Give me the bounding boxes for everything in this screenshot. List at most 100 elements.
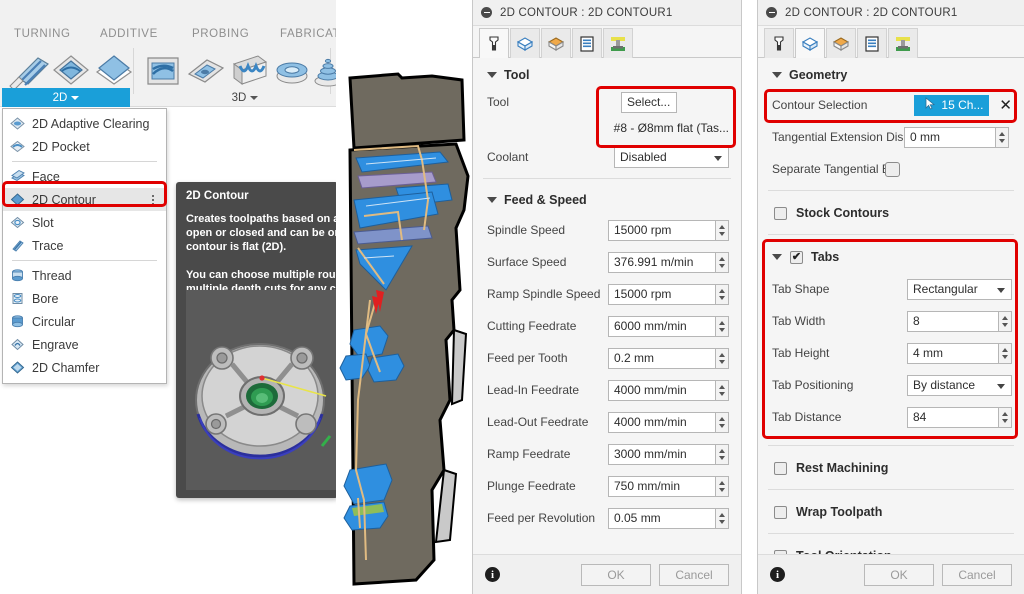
- menu-item-bore[interactable]: Bore: [3, 287, 166, 310]
- dialog-tab-strip[interactable]: [473, 26, 741, 58]
- field-combo[interactable]: By distance: [907, 374, 1012, 396]
- ok-button-2[interactable]: OK: [864, 563, 934, 586]
- toolpath-dropdown-menu[interactable]: 2D Adaptive Clearing 2D Pocket Face 2D C…: [2, 108, 167, 384]
- cad-viewport[interactable]: [336, 0, 472, 594]
- section-header-geometry[interactable]: Geometry: [758, 59, 1024, 89]
- field-stepper[interactable]: [716, 219, 729, 241]
- tooltip-line-3: contour is flat (2D).: [186, 241, 287, 253]
- field-input[interactable]: 376.991 m/min: [608, 251, 716, 273]
- contour-selection-field[interactable]: 15 Ch...: [914, 94, 990, 116]
- collapse-icon[interactable]: [766, 7, 777, 18]
- menu-item-engrave[interactable]: Engrave: [3, 333, 166, 356]
- cancel-button-2[interactable]: Cancel: [942, 563, 1012, 586]
- menu-item-2d-chamfer[interactable]: 2D Chamfer: [3, 356, 166, 379]
- field-stepper[interactable]: [716, 507, 729, 529]
- section-title: Feed & Speed: [504, 193, 587, 207]
- field-input[interactable]: 4000 mm/min: [608, 411, 716, 433]
- field-input[interactable]: 0.2 mm: [608, 347, 716, 369]
- menu-item-2d-contour[interactable]: 2D Contour: [3, 188, 166, 211]
- additive-icon[interactable]: [140, 50, 186, 92]
- tool-select-button[interactable]: Select...: [621, 91, 677, 113]
- stock-contours-checkbox[interactable]: [774, 206, 787, 220]
- tab-geometry-2[interactable]: [795, 28, 825, 58]
- field-input[interactable]: 750 mm/min: [608, 475, 716, 497]
- tangential-extension-field[interactable]: 0 mm: [904, 126, 996, 148]
- field-stepper[interactable]: [999, 406, 1012, 428]
- turning-groove-icon[interactable]: [48, 50, 94, 92]
- dialog-tab-strip-2[interactable]: [758, 26, 1024, 58]
- group-tool-orientation[interactable]: Tool Orientation: [758, 539, 1024, 554]
- field-input[interactable]: 15000 rpm: [608, 283, 716, 305]
- menu-item-2d-pocket[interactable]: 2D Pocket: [3, 135, 166, 158]
- tab-tool[interactable]: [479, 28, 509, 58]
- field-stepper[interactable]: [716, 251, 729, 273]
- trace-icon: [10, 238, 25, 253]
- separate-tangential-checkbox[interactable]: [884, 161, 900, 177]
- group-tabs[interactable]: Tabs: [758, 240, 1024, 273]
- tab-heights-2[interactable]: [826, 28, 856, 58]
- field-input[interactable]: 3000 mm/min: [608, 443, 716, 465]
- menu-item-slot[interactable]: Slot: [3, 211, 166, 234]
- tooltip-line-1: Creates toolpaths based on a: [186, 213, 338, 225]
- menu-item-overflow-icon[interactable]: [152, 194, 154, 205]
- contour-icon: [10, 192, 25, 207]
- tab-linking[interactable]: [603, 28, 633, 58]
- menu-item-trace[interactable]: Trace: [3, 234, 166, 257]
- field-stepper[interactable]: [716, 283, 729, 305]
- dialog-2d-contour-tool: 2D CONTOUR : 2D CONTOUR1 Tool Tool Selec…: [472, 0, 742, 594]
- group-stock-contours[interactable]: Stock Contours: [758, 196, 1024, 229]
- rest-machining-checkbox[interactable]: [774, 461, 787, 475]
- group-wrap-toolpath[interactable]: Wrap Toolpath: [758, 495, 1024, 528]
- field-stepper[interactable]: [716, 475, 729, 497]
- coolant-combo[interactable]: Disabled: [614, 146, 729, 168]
- tabs-checkbox[interactable]: [790, 250, 803, 264]
- tab-passes-2[interactable]: [857, 28, 887, 58]
- menu-item-face[interactable]: Face: [3, 165, 166, 188]
- mode-2d-button[interactable]: 2D: [2, 88, 130, 107]
- field-combo[interactable]: Rectangular: [907, 278, 1012, 300]
- turning-profile-icon[interactable]: [5, 50, 51, 92]
- field-value: 376.991 m/min: [614, 255, 694, 269]
- section-header-feed-speed[interactable]: Feed & Speed: [473, 184, 741, 214]
- field-stepper[interactable]: [716, 347, 729, 369]
- field-input[interactable]: 6000 mm/min: [608, 315, 716, 337]
- field-stepper[interactable]: [999, 342, 1012, 364]
- field-input[interactable]: 8: [907, 310, 999, 332]
- field-stepper[interactable]: [716, 315, 729, 337]
- menu-item-thread[interactable]: Thread: [3, 264, 166, 287]
- bore-icon: [10, 291, 25, 306]
- tab-heights[interactable]: [541, 28, 571, 58]
- turning-face-icon[interactable]: [91, 50, 137, 92]
- field-input[interactable]: 4 mm: [907, 342, 999, 364]
- info-icon-2[interactable]: i: [770, 567, 785, 582]
- tangential-extension-stepper[interactable]: [996, 126, 1009, 148]
- section-title: Geometry: [789, 68, 848, 82]
- field-stepper[interactable]: [716, 443, 729, 465]
- field-input[interactable]: 15000 rpm: [608, 219, 716, 241]
- field-input[interactable]: 84: [907, 406, 999, 428]
- adaptive-3d-icon[interactable]: [226, 50, 272, 92]
- menu-item-2d-adaptive-clearing[interactable]: 2D Adaptive Clearing: [3, 112, 166, 135]
- clear-selection-icon[interactable]: ✕: [999, 96, 1012, 114]
- menu-item-label: Slot: [32, 215, 54, 230]
- probing-icon[interactable]: [183, 50, 229, 92]
- section-header-tool[interactable]: Tool: [473, 59, 741, 89]
- tab-geometry[interactable]: [510, 28, 540, 58]
- field-input[interactable]: 0.05 mm: [608, 507, 716, 529]
- mode-3d-button[interactable]: 3D: [210, 88, 280, 107]
- row-coolant: Coolant Disabled: [473, 141, 741, 173]
- ok-button[interactable]: OK: [581, 563, 651, 586]
- tab-passes[interactable]: [572, 28, 602, 58]
- field-stepper[interactable]: [716, 411, 729, 433]
- info-icon[interactable]: i: [485, 567, 500, 582]
- wrap-toolpath-checkbox[interactable]: [774, 505, 787, 519]
- field-input[interactable]: 4000 mm/min: [608, 379, 716, 401]
- group-rest-machining[interactable]: Rest Machining: [758, 451, 1024, 484]
- cancel-button[interactable]: Cancel: [659, 563, 729, 586]
- menu-item-circular[interactable]: Circular: [3, 310, 166, 333]
- field-stepper[interactable]: [999, 310, 1012, 332]
- collapse-icon[interactable]: [481, 7, 492, 18]
- tab-linking-2[interactable]: [888, 28, 918, 58]
- field-stepper[interactable]: [716, 379, 729, 401]
- tab-tool-2[interactable]: [764, 28, 794, 58]
